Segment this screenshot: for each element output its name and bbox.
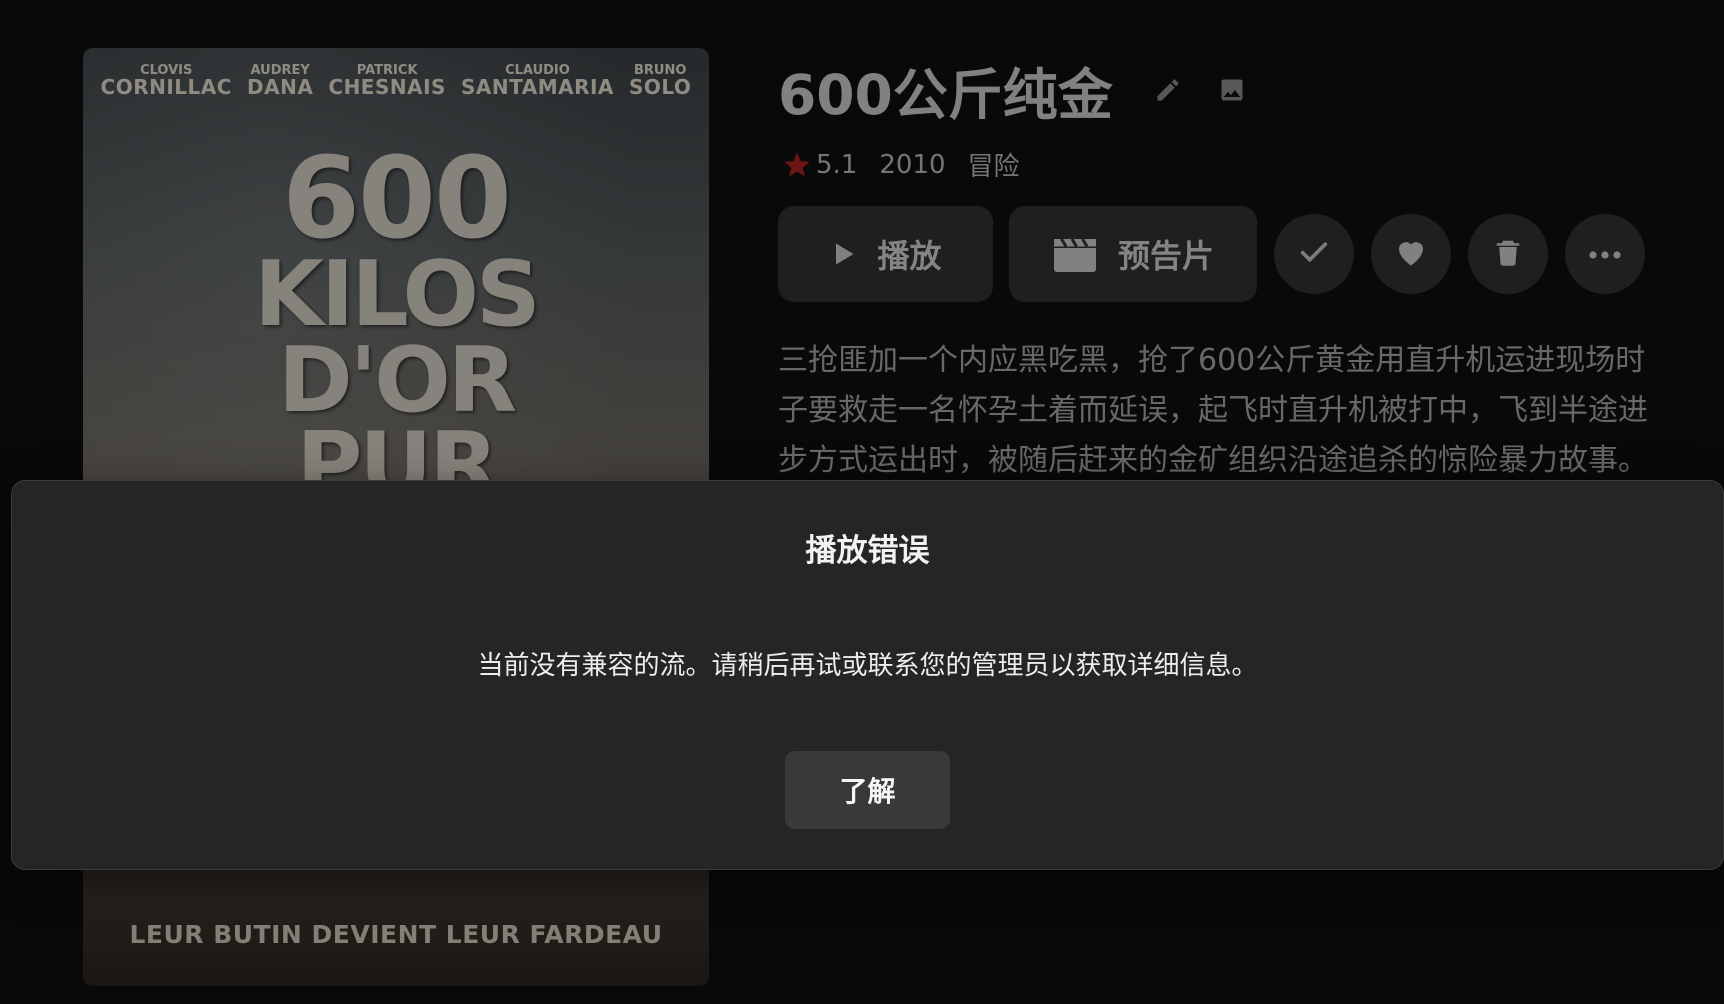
playback-error-dialog: 播放错误 当前没有兼容的流。请稍后再试或联系您的管理员以获取详细信息。 了解 [11,480,1724,870]
got-it-button[interactable]: 了解 [785,751,950,829]
item-detail-page: CLOVIS CORNILLAC AUDREY DANA PATRICK CHE… [0,0,1724,1004]
dialog-message: 当前没有兼容的流。请稍后再试或联系您的管理员以获取详细信息。 [477,651,1258,681]
dialog-title: 播放错误 [805,533,930,569]
